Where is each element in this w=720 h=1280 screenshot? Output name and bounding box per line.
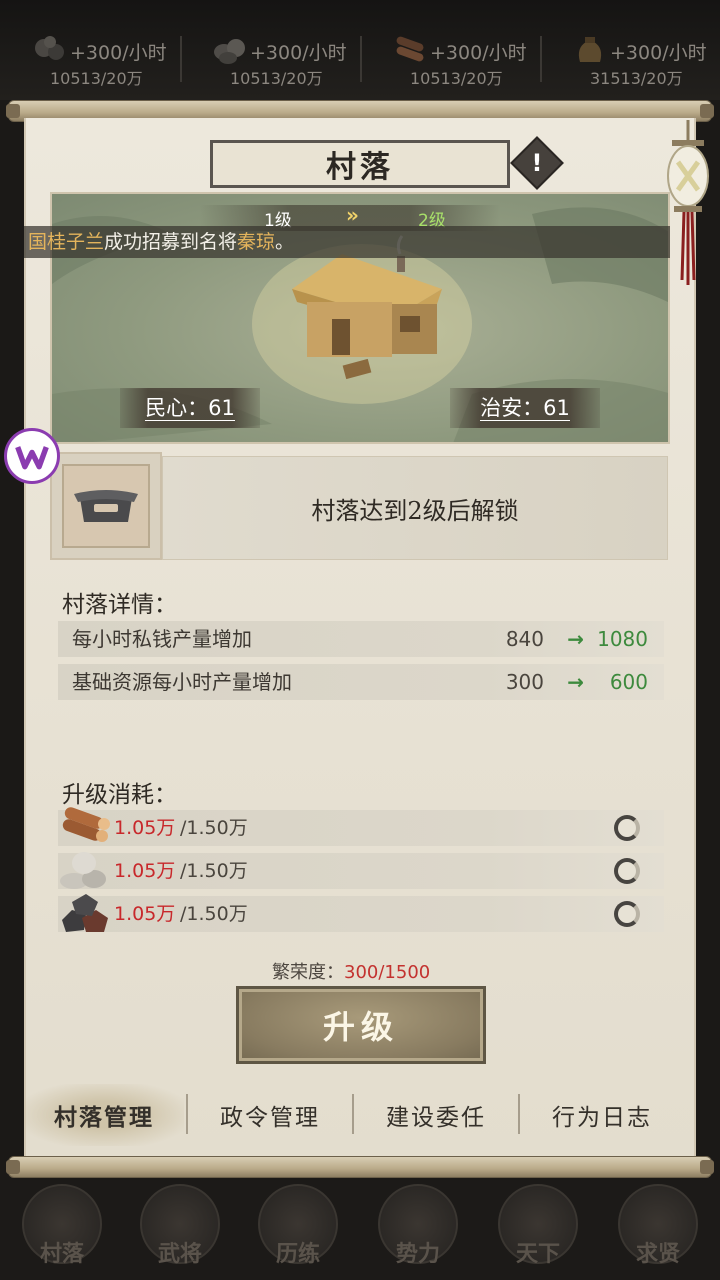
detail-current: 300	[505, 670, 544, 694]
ticker-text: 成功招募到名将	[104, 231, 238, 253]
iron-ore-icon	[62, 894, 108, 932]
resource-bar: +300/小时 10513/20万 +300/小时 10513/20万 +300…	[0, 0, 720, 100]
cost-have: 1.05万	[114, 817, 176, 839]
loading-icon	[614, 815, 640, 841]
nav-faction[interactable]: 势力	[370, 1184, 466, 1278]
nav-world[interactable]: 天下	[490, 1184, 586, 1278]
grain-resource-icon	[578, 37, 602, 62]
resource-wood[interactable]: +300/小时 10513/20万	[10, 30, 180, 90]
prosperity-label: 繁荣度：	[272, 962, 344, 983]
cost-have: 1.05万	[114, 903, 176, 925]
detail-row: 每小时私钱产量增加 840 → 1080	[58, 621, 664, 657]
arrow-right-icon: →	[567, 627, 584, 651]
ingot-icon	[74, 490, 138, 522]
divider	[540, 36, 542, 82]
nav-training[interactable]: 历练	[250, 1184, 346, 1278]
resource-grain[interactable]: +300/小时 31513/20万	[550, 30, 720, 90]
scroll-rod-bottom	[6, 1156, 714, 1178]
morale-stat[interactable]: 民心：61	[120, 388, 260, 428]
cost-need: /1.50万	[180, 903, 248, 925]
prosperity: 繁荣度：300/1500	[272, 958, 430, 984]
detail-label: 每小时私钱产量增加	[72, 627, 252, 651]
bottom-nav: 村落 武将 历练 势力 天下 求贤	[0, 1180, 720, 1280]
resource-timber[interactable]: +300/小时 10513/20万	[370, 30, 540, 90]
chevron-right-icon: »	[346, 203, 359, 227]
nav-generals[interactable]: 武将	[132, 1184, 228, 1278]
loading-icon	[614, 901, 640, 927]
resource-stone[interactable]: +300/小时 10513/20万	[190, 30, 360, 90]
prosperity-value: 300/1500	[344, 962, 431, 983]
close-lantern-button[interactable]	[666, 120, 710, 288]
ticker-general: 秦琼	[237, 231, 276, 253]
tab-action-log[interactable]: 行为日志	[522, 1084, 682, 1146]
nav-label: 历练	[275, 1241, 320, 1267]
divider	[180, 36, 182, 82]
info-icon: !	[531, 149, 543, 177]
security-stat[interactable]: 治安：61	[450, 388, 600, 428]
unlock-message: 村落达到2级后解锁	[162, 456, 668, 560]
tab-village-management[interactable]: 村落管理	[24, 1084, 184, 1146]
details-title: 村落详情：	[62, 592, 177, 618]
detail-next: 1080	[597, 627, 648, 651]
cost-need: /1.50万	[180, 860, 248, 882]
nav-label: 天下	[515, 1241, 560, 1267]
cost-row: 1.05万 /1.50万	[58, 894, 664, 932]
cost-have: 1.05万	[114, 860, 176, 882]
nav-village[interactable]: 村落	[14, 1184, 110, 1278]
ticker-end: 。	[275, 231, 295, 253]
detail-label: 基础资源每小时产量增加	[72, 670, 292, 694]
divider	[186, 1094, 188, 1134]
divider	[360, 36, 362, 82]
tab-construction-assignment[interactable]: 建设委任	[356, 1084, 516, 1146]
slot-frame	[62, 464, 150, 548]
cost-row: 1.05万 /1.50万	[58, 852, 664, 889]
floating-assistant-icon[interactable]	[4, 428, 60, 484]
stone-resource-icon	[214, 39, 245, 64]
nav-label: 势力	[395, 1241, 440, 1267]
wood-log-icon	[62, 807, 110, 842]
loading-icon	[614, 858, 640, 884]
cost-row: 1.05万 /1.50万	[58, 807, 664, 846]
security-label: 治安：61	[480, 396, 570, 421]
divider	[352, 1094, 354, 1134]
wood-resource-icon	[35, 36, 64, 60]
nav-label: 武将	[157, 1241, 202, 1267]
tab-bar: 村落管理 政令管理 建设委任 行为日志	[24, 1084, 696, 1146]
divider	[518, 1094, 520, 1134]
upgrade-button[interactable]: 升级	[236, 986, 486, 1064]
detail-row: 基础资源每小时产量增加 300 → 600	[58, 664, 664, 700]
cost-need: /1.50万	[180, 817, 248, 839]
detail-next: 600	[609, 670, 648, 694]
nav-recruit[interactable]: 求贤	[610, 1184, 706, 1278]
ticker-player: 国桂子兰	[28, 231, 105, 253]
nav-label: 求贤	[635, 1241, 680, 1267]
nav-label: 村落	[39, 1241, 84, 1267]
broadcast-ticker: 国桂子兰成功招募到名将秦琼。	[24, 226, 670, 258]
tab-decree-management[interactable]: 政令管理	[190, 1084, 350, 1146]
stone-pile-icon	[60, 852, 106, 889]
locked-slot[interactable]	[50, 452, 162, 560]
timber-resource-icon	[396, 36, 424, 62]
detail-current: 840	[505, 627, 544, 651]
page-title: 村落	[210, 140, 510, 188]
morale-label: 民心：61	[145, 396, 235, 421]
arrow-right-icon: →	[567, 670, 584, 694]
